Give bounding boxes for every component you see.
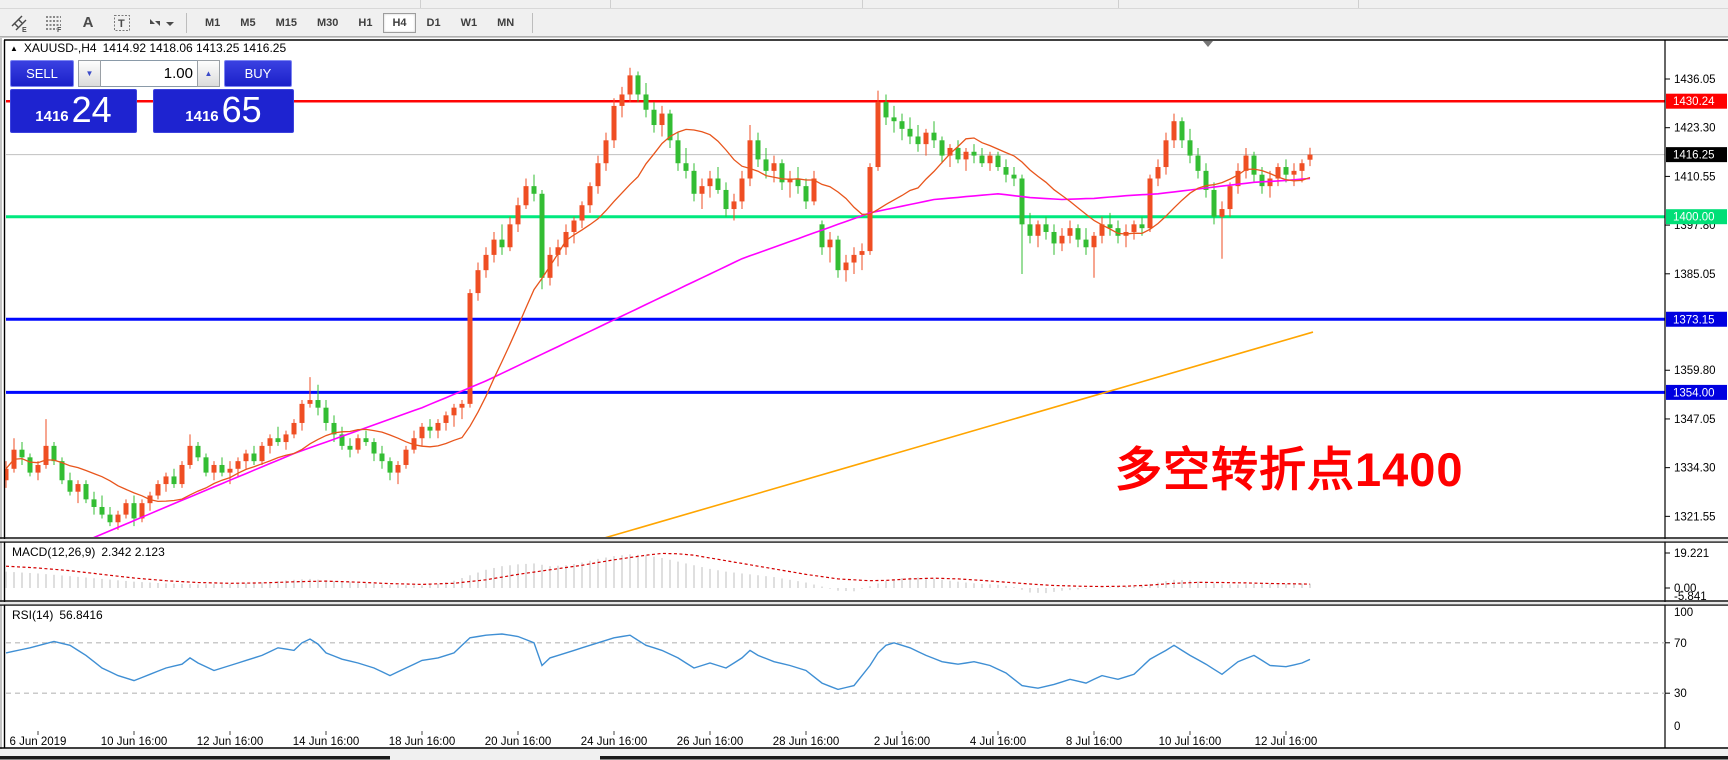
sell-price-box[interactable]: 1416 24 — [10, 89, 137, 133]
svg-text:1347.05: 1347.05 — [1674, 414, 1716, 426]
svg-text:1416.25: 1416.25 — [1673, 150, 1715, 162]
svg-text:0: 0 — [1674, 721, 1680, 733]
svg-text:28 Jun 16:00: 28 Jun 16:00 — [773, 736, 840, 748]
rsi-value: 56.8416 — [59, 608, 102, 622]
svg-text:-5.841: -5.841 — [1674, 591, 1707, 603]
window-frame — [0, 37, 1728, 760]
svg-text:1436.05: 1436.05 — [1674, 74, 1716, 86]
buy-price-box[interactable]: 1416 65 — [153, 89, 294, 133]
svg-text:24 Jun 16:00: 24 Jun 16:00 — [581, 736, 648, 748]
chart-title: ▲ XAUUSD-,H4 1414.92 1418.06 1413.25 141… — [10, 41, 286, 55]
svg-text:26 Jun 16:00: 26 Jun 16:00 — [677, 736, 744, 748]
svg-text:2 Jul 16:00: 2 Jul 16:00 — [874, 736, 930, 748]
rsi-label-row: RSI(14) 56.8416 — [12, 608, 103, 622]
svg-text:12 Jul 16:00: 12 Jul 16:00 — [1255, 736, 1318, 748]
svg-text:1373.15: 1373.15 — [1673, 314, 1715, 326]
buy-button[interactable]: BUY — [224, 60, 292, 87]
one-click-trading-panel: SELL ▼ ▲ BUY 1416 24 1416 65 — [10, 60, 295, 133]
svg-text:8 Jul 16:00: 8 Jul 16:00 — [1066, 736, 1122, 748]
buy-big-figure: 1416 — [185, 108, 218, 125]
volume-input[interactable] — [101, 60, 197, 87]
trading-terminal: { "toolbar": { "icons": [ {"name":"equid… — [0, 0, 1728, 760]
ohlc-readout: 1414.92 1418.06 1413.25 1416.25 — [103, 41, 287, 55]
moving-averages-layer — [6, 129, 1310, 579]
svg-text:14 Jun 16:00: 14 Jun 16:00 — [293, 736, 360, 748]
svg-text:10 Jul 16:00: 10 Jul 16:00 — [1159, 736, 1222, 748]
svg-text:1430.24: 1430.24 — [1673, 96, 1715, 108]
symbol-label: XAUUSD-,H4 — [24, 41, 97, 55]
sell-big-figure: 1416 — [35, 108, 68, 125]
volume-increase-button[interactable]: ▲ — [197, 60, 220, 87]
svg-text:18 Jun 16:00: 18 Jun 16:00 — [389, 736, 456, 748]
time-axis: 6 Jun 2019 10 Jun 16:00 12 Jun 16:00 14 Jun… — [10, 731, 1318, 748]
svg-text:1400.00: 1400.00 — [1673, 212, 1715, 224]
macd-pane: 19.2210.00-5.841 — [6, 548, 1709, 603]
svg-text:19.221: 19.221 — [1674, 548, 1709, 560]
sell-pips: 24 — [72, 89, 112, 131]
chart-shift-marker — [1203, 41, 1213, 47]
bottom-scrollbar[interactable] — [0, 756, 390, 760]
svg-text:6 Jun 2019: 6 Jun 2019 — [10, 736, 67, 748]
svg-text:12 Jun 16:00: 12 Jun 16:00 — [197, 736, 264, 748]
sell-button[interactable]: SELL — [10, 60, 74, 87]
chart-annotation-text: 多空转折点1400 — [1115, 431, 1464, 500]
svg-text:4 Jul 16:00: 4 Jul 16:00 — [970, 736, 1026, 748]
svg-text:1359.80: 1359.80 — [1674, 365, 1716, 377]
volume-decrease-button[interactable]: ▼ — [78, 60, 101, 87]
svg-text:1354.00: 1354.00 — [1673, 387, 1715, 399]
svg-text:10 Jun 16:00: 10 Jun 16:00 — [101, 736, 168, 748]
macd-label-row: MACD(12,26,9) 2.342 2.123 — [12, 545, 165, 559]
price-axis: 1436.051423.301410.551397.801385.051359.… — [1665, 74, 1727, 523]
svg-text:20 Jun 16:00: 20 Jun 16:00 — [485, 736, 552, 748]
macd-indicator-label: MACD(12,26,9) — [12, 545, 95, 559]
svg-text:70: 70 — [1674, 638, 1687, 650]
svg-text:1334.30: 1334.30 — [1674, 463, 1716, 475]
svg-text:1410.55: 1410.55 — [1674, 171, 1716, 183]
svg-text:30: 30 — [1674, 688, 1687, 700]
svg-text:1385.05: 1385.05 — [1674, 269, 1716, 281]
svg-text:100: 100 — [1674, 607, 1693, 619]
buy-pips: 65 — [222, 89, 262, 131]
collapse-triangle-icon[interactable]: ▲ — [10, 44, 18, 53]
trade-controls-row: SELL ▼ ▲ BUY — [10, 60, 295, 87]
macd-values: 2.342 2.123 — [101, 545, 164, 559]
trade-prices-row: 1416 24 1416 65 — [10, 89, 295, 133]
svg-text:1321.55: 1321.55 — [1674, 511, 1716, 523]
svg-text:1423.30: 1423.30 — [1674, 123, 1716, 135]
rsi-indicator-label: RSI(14) — [12, 608, 53, 622]
rsi-pane: 100 70 30 0 — [6, 607, 1693, 733]
